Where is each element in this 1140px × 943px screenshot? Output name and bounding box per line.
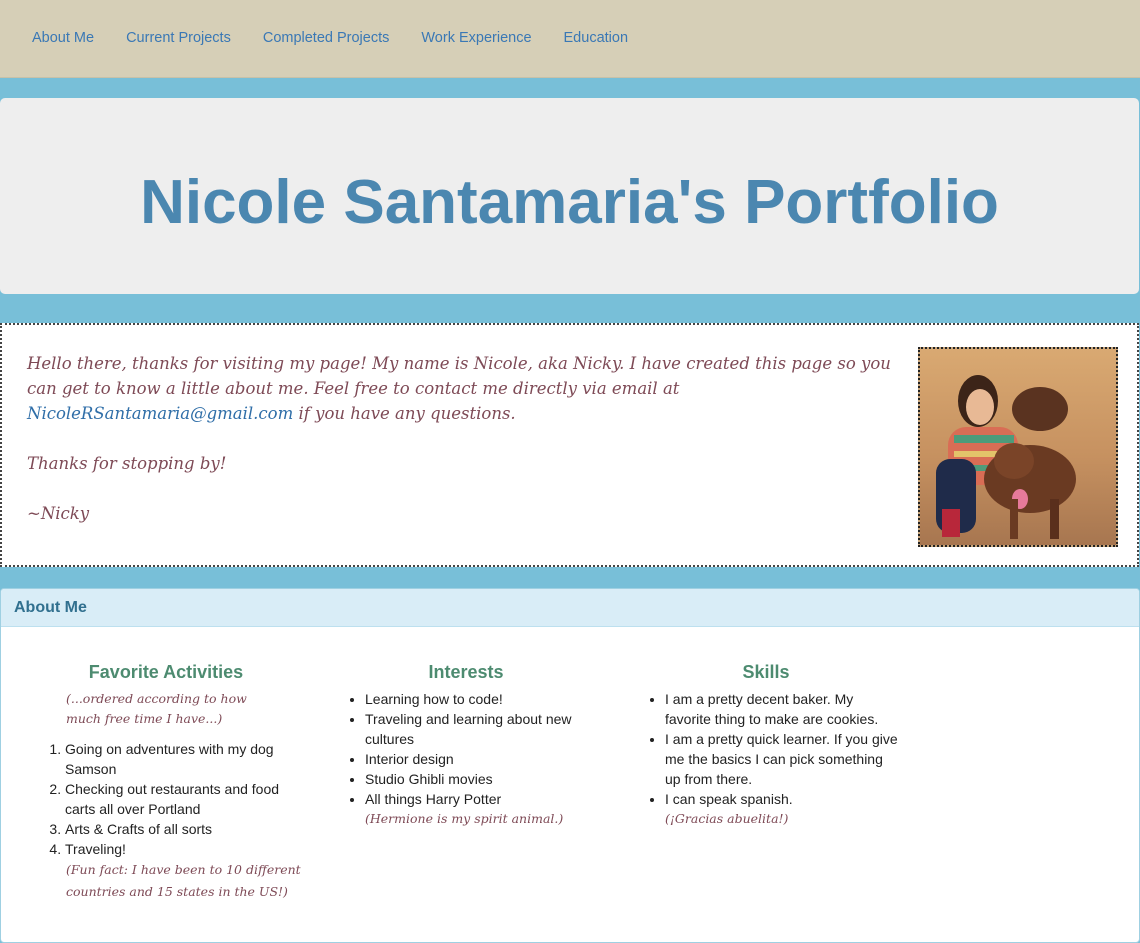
list-item: All things Harry Potter	[365, 789, 601, 809]
nav-about-me[interactable]: About Me	[16, 30, 110, 46]
intro-paragraph-start: Hello there, thanks for visiting my page…	[27, 354, 891, 398]
profile-photo	[918, 347, 1118, 547]
skills-list: I am a pretty decent baker. My favorite …	[631, 689, 901, 809]
interests-column: Interests Learning how to code! Travelin…	[331, 661, 601, 829]
list-item: I am a pretty decent baker. My favorite …	[665, 689, 901, 729]
list-item: Learning how to code!	[365, 689, 601, 709]
nav-education[interactable]: Education	[548, 30, 645, 46]
activities-note: (...ordered according to how much free t…	[66, 691, 247, 726]
intro-thanks: Thanks for stopping by!	[27, 454, 227, 473]
favorite-activities-column: Favorite Activities (...ordered accordin…	[31, 661, 301, 903]
interests-list: Learning how to code! Traveling and lear…	[331, 689, 601, 809]
activities-fun-fact: (Fun fact: I have been to 10 different c…	[66, 862, 301, 899]
navbar: About Me Current Projects Completed Proj…	[0, 0, 1140, 78]
about-me-panel: About Me Favorite Activities (...ordered…	[0, 588, 1140, 943]
profile-photo-image	[920, 349, 1116, 545]
intro-text: Hello there, thanks for visiting my page…	[27, 351, 897, 551]
header-jumbotron: Nicole Santamaria's Portfolio	[0, 98, 1139, 294]
intro-signature: ~Nicky	[27, 504, 90, 523]
list-item: I am a pretty quick learner. If you give…	[665, 729, 901, 789]
skills-note: (¡Gracias abuelita!)	[665, 811, 789, 826]
list-item: I can speak spanish.	[665, 789, 901, 809]
list-item: Studio Ghibli movies	[365, 769, 601, 789]
favorite-activities-title: Favorite Activities	[88, 662, 244, 682]
intro-paragraph-end: if you have any questions.	[293, 404, 516, 423]
interests-title: Interests	[428, 662, 504, 682]
page-title: Nicole Santamaria's Portfolio	[140, 168, 999, 237]
nav-work-experience[interactable]: Work Experience	[405, 30, 547, 46]
activities-list: Going on adventures with my dog Samson C…	[31, 739, 301, 859]
list-item: Traveling!	[65, 839, 301, 859]
about-me-heading: About Me	[1, 589, 1139, 627]
nav-current-projects[interactable]: Current Projects	[110, 30, 247, 46]
email-link[interactable]: NicoleRSantamaria@gmail.com	[27, 404, 293, 423]
intro-section: Hello there, thanks for visiting my page…	[0, 323, 1139, 567]
list-item: Traveling and learning about new culture…	[365, 709, 601, 749]
list-item: Interior design	[365, 749, 601, 769]
list-item: Going on adventures with my dog Samson	[65, 739, 301, 779]
nav-list: About Me Current Projects Completed Proj…	[16, 30, 644, 46]
skills-title: Skills	[742, 662, 790, 682]
list-item: Arts & Crafts of all sorts	[65, 819, 301, 839]
interests-note: (Hermione is my spirit animal.)	[365, 811, 564, 826]
list-item: Checking out restaurants and food carts …	[65, 779, 301, 819]
intro-paragraph: Hello there, thanks for visiting my page…	[27, 351, 897, 426]
nav-completed-projects[interactable]: Completed Projects	[247, 30, 406, 46]
skills-column: Skills I am a pretty decent baker. My fa…	[631, 661, 901, 829]
